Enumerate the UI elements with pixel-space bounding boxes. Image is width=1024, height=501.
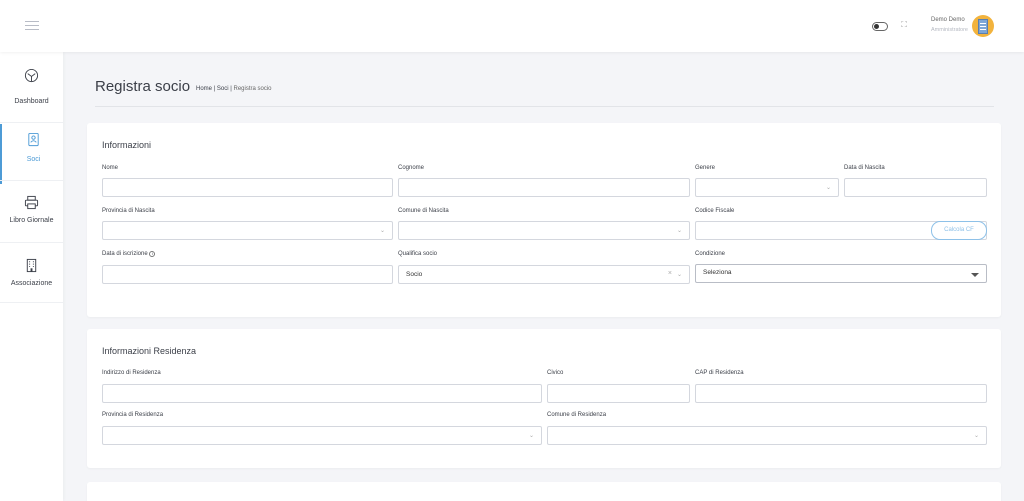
codice-fiscale-input[interactable]: Calcola CF (695, 221, 987, 240)
breadcrumb-current: Registra socio (233, 86, 272, 92)
indirizzo-label: Indirizzo di Residenza (102, 370, 161, 376)
top-bar: ⛶ Demo Demo Amministratore (0, 0, 1024, 52)
comune-residenza-select[interactable]: ⌄ (547, 426, 987, 445)
comune-nascita-select[interactable]: ⌄ (398, 221, 690, 240)
condizione-value: Seleziona (703, 269, 732, 276)
dashboard-icon (24, 68, 39, 83)
data-iscrizione-label-text: Data di iscrizione (102, 251, 148, 257)
qualifica-select[interactable]: Socio × ⌄ (398, 265, 690, 284)
breadcrumb: Home | Soci | Registra socio (196, 86, 272, 92)
caret-down-icon (971, 273, 979, 277)
civico-label: Civico (547, 370, 564, 376)
printer-icon (24, 195, 39, 210)
section-title: Informazioni Residenza (102, 346, 197, 356)
comune-nascita-label: Comune di Nascita (398, 208, 449, 214)
section-title: Informazioni (102, 140, 152, 150)
clear-icon[interactable]: × (668, 270, 672, 277)
sidebar-item-label: Soci (26, 156, 41, 163)
chevron-down-icon: ⌄ (676, 228, 682, 234)
informazioni-card: Informazioni Nome Cognome Genere ⌄ Data … (87, 123, 1001, 317)
provincia-nascita-label: Provincia di Nascita (102, 208, 155, 214)
civico-input[interactable] (547, 384, 690, 403)
user-role: Amministratore (931, 27, 968, 33)
cap-label: CAP di Residenza (695, 370, 744, 376)
chevron-down-icon: ⌄ (676, 272, 682, 278)
data-nascita-label: Data di Nascita (844, 165, 885, 171)
sidebar-item-libro-giornale[interactable]: Libro Giornale (0, 187, 63, 247)
chevron-down-icon: ⌄ (825, 185, 831, 191)
next-section-card (87, 482, 1001, 501)
theme-toggle[interactable] (872, 22, 888, 31)
sidebar-item-label: Dashboard (14, 98, 49, 105)
fullscreen-icon[interactable]: ⛶ (899, 20, 909, 30)
sidebar-item-dashboard[interactable]: Dashboard (0, 60, 63, 120)
sidebar-item-soci[interactable]: Soci (0, 124, 63, 184)
data-nascita-input[interactable] (844, 178, 987, 197)
avatar[interactable] (972, 15, 994, 37)
sidebar-item-label: Libro Giornale (9, 217, 54, 224)
indirizzo-input[interactable] (102, 384, 542, 403)
chevron-down-icon: ⌄ (379, 228, 385, 234)
nome-input[interactable] (102, 178, 393, 197)
nome-label: Nome (102, 165, 119, 171)
provincia-residenza-label: Provincia di Residenza (102, 412, 164, 418)
page-title: Registra socio (95, 78, 191, 95)
genere-select[interactable]: ⌄ (695, 178, 839, 197)
user-name: Demo Demo (931, 17, 965, 23)
menu-toggle-icon[interactable] (25, 21, 39, 31)
sidebar: Dashboard Soci Libro Giornale Associazio… (0, 52, 63, 501)
residenza-card: Informazioni Residenza Indirizzo di Resi… (87, 329, 1001, 468)
sidebar-item-label: Associazione (10, 280, 53, 287)
data-iscrizione-input[interactable] (102, 265, 393, 284)
genere-label: Genere (695, 165, 716, 171)
building-icon (978, 19, 988, 34)
cognome-label: Cognome (398, 165, 425, 171)
member-card-icon (28, 132, 39, 147)
provincia-residenza-select[interactable]: ⌄ (102, 426, 542, 445)
codice-fiscale-label: Codice Fiscale (695, 208, 735, 214)
sidebar-item-associazione[interactable]: Associazione (0, 250, 63, 310)
chevron-down-icon: ⌄ (973, 433, 979, 439)
chevron-down-icon: ⌄ (528, 433, 534, 439)
divider (95, 106, 994, 107)
qualifica-value: Socio (406, 271, 423, 278)
provincia-nascita-select[interactable]: ⌄ (102, 221, 393, 240)
comune-residenza-label: Comune di Residenza (547, 412, 607, 418)
condizione-select[interactable]: Seleziona (695, 264, 987, 283)
qualifica-label: Qualifica socio (398, 251, 438, 257)
cap-input[interactable] (695, 384, 987, 403)
data-iscrizione-label: Data di iscrizione i (102, 251, 156, 257)
condizione-label: Condizione (695, 251, 726, 257)
breadcrumb-home[interactable]: Home (196, 86, 212, 92)
info-icon[interactable]: i (149, 251, 156, 257)
calcola-cf-button[interactable]: Calcola CF (931, 221, 987, 240)
building-icon (26, 258, 37, 273)
cognome-input[interactable] (398, 178, 690, 197)
breadcrumb-soci[interactable]: Soci (217, 86, 229, 92)
